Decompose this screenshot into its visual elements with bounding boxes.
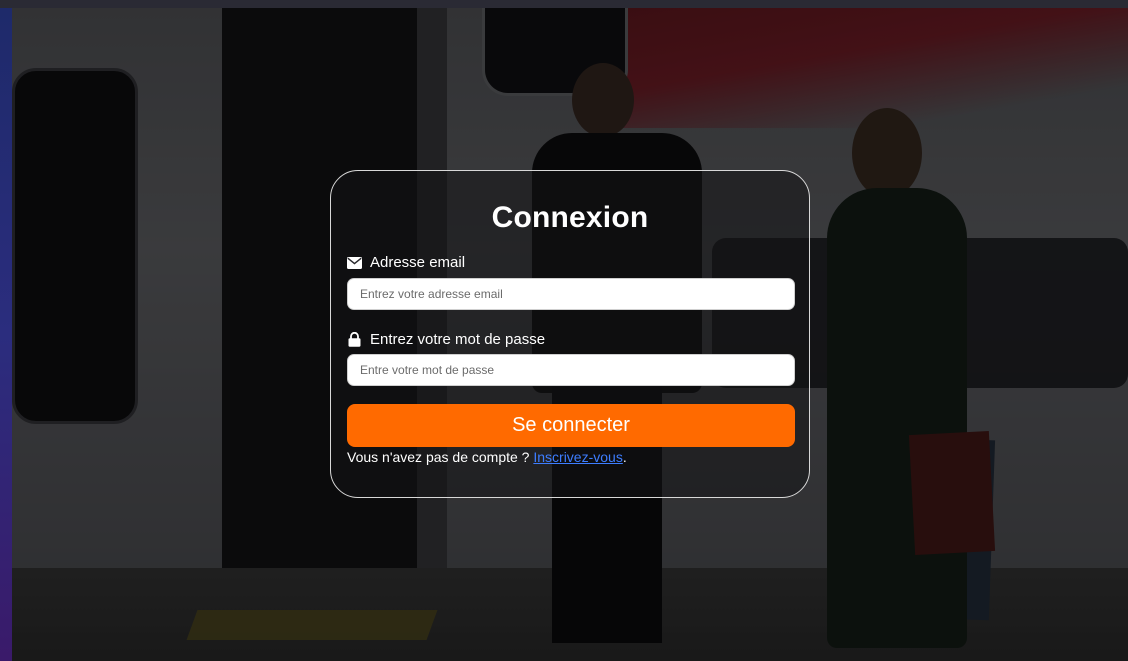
login-page: Connexion Adresse email Entrez votre mot… [0, 0, 1128, 661]
envelope-icon [347, 255, 362, 270]
password-label-text: Entrez votre mot de passe [370, 331, 546, 348]
signup-link[interactable]: Inscrivez-vous [533, 449, 622, 465]
login-title: Connexion [491, 201, 649, 234]
login-button[interactable]: Se connecter [347, 404, 795, 447]
password-field[interactable] [347, 354, 795, 386]
email-label-text: Adresse email [370, 254, 466, 271]
login-card: Connexion Adresse email Entrez votre mot… [330, 170, 810, 498]
email-field[interactable] [347, 278, 795, 310]
password-label: Entrez votre mot de passe [347, 331, 545, 348]
email-label: Adresse email [347, 254, 465, 271]
left-edge-strip [0, 8, 12, 661]
signup-suffix: . [622, 449, 627, 465]
lock-icon [347, 332, 362, 347]
signup-prompt: Vous n'avez pas de compte ? Inscrivez-vo… [347, 449, 627, 465]
signup-prompt-text: Vous n'avez pas de compte ? [347, 449, 534, 465]
